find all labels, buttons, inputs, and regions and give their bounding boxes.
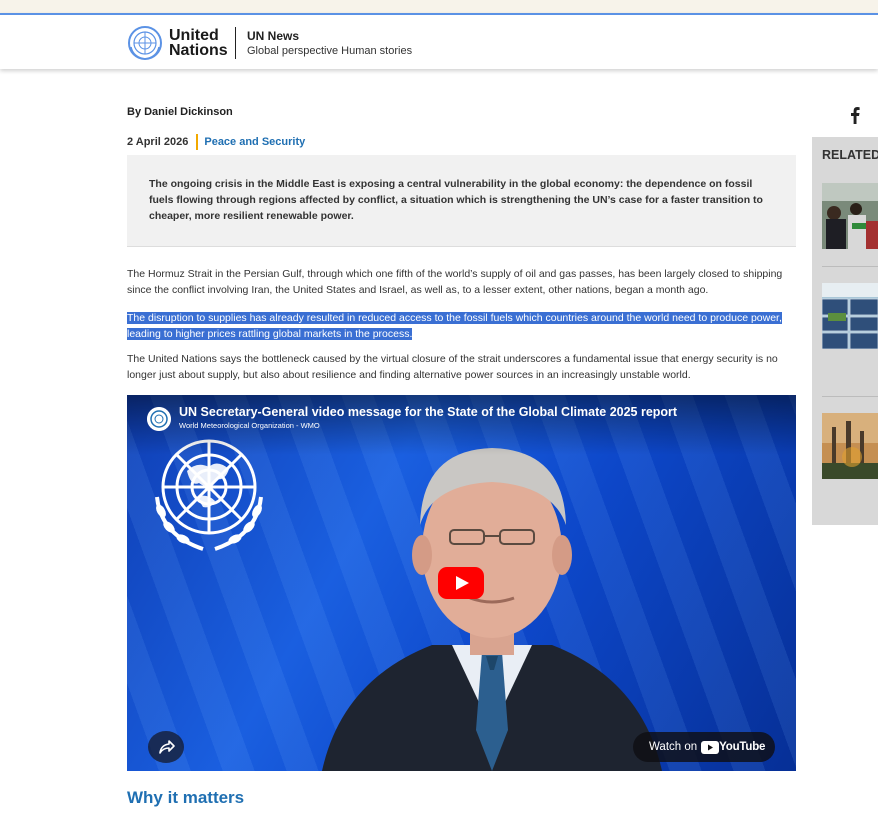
video-player[interactable]: UN Secretary-General video message for t… — [127, 395, 796, 771]
article-paragraph: The United Nations says the bottleneck c… — [127, 353, 778, 381]
selected-text: The disruption to supplies has already r… — [127, 312, 782, 340]
related-sidebar: RELATED — [812, 137, 878, 525]
channel-avatar-icon[interactable] — [147, 407, 171, 431]
top-banner-strip — [0, 0, 878, 13]
article-paragraph: The Hormuz Strait in the Persian Gulf, t… — [127, 268, 783, 296]
un-emblem-icon — [128, 26, 162, 60]
article-lead: The ongoing crisis in the Middle East is… — [149, 178, 763, 222]
play-icon[interactable] — [438, 567, 484, 599]
speaker-figure — [322, 448, 662, 771]
youtube-logo-icon — [701, 740, 720, 754]
watch-on-youtube-button[interactable]: Watch on YouTube — [633, 732, 775, 762]
youtube-wordmark: YouTube — [719, 741, 766, 753]
un-news-brand-link[interactable]: UN News Global perspective Human stories — [247, 29, 412, 57]
section-heading: Why it matters — [127, 788, 245, 807]
logo-line-2: Nations — [169, 42, 228, 59]
facebook-icon[interactable] — [849, 106, 861, 124]
share-icon — [159, 740, 175, 754]
site-header: United Nations UN News Global perspectiv… — [0, 13, 878, 69]
related-thumbnail-solar[interactable] — [822, 283, 878, 349]
video-channel[interactable]: World Meteorological Organization - WMO — [179, 421, 320, 430]
un-logo-link[interactable]: United Nations — [127, 25, 228, 61]
related-thumbnail-crowd[interactable] — [822, 183, 878, 249]
article-date: 2 April 2026 — [127, 136, 189, 148]
related-heading: RELATED — [822, 148, 878, 162]
article-paragraph-selected: The disruption to supplies has already r… — [127, 310, 797, 342]
site-tagline: Global perspective Human stories — [247, 45, 413, 57]
watch-on-label: Watch on — [649, 741, 698, 753]
share-button[interactable] — [148, 731, 184, 763]
logo-line-1: United — [169, 27, 219, 44]
meta-separator — [196, 134, 199, 150]
article-byline: By Daniel Dickinson — [127, 106, 233, 118]
article-meta: 2 April 2026 Peace and Security — [127, 134, 305, 150]
un-wordmark: United Nations — [169, 27, 228, 59]
youtube-logo: YouTube — [701, 740, 766, 754]
related-thumbnail-industry[interactable] — [822, 413, 878, 479]
related-divider — [822, 266, 878, 267]
video-title[interactable]: UN Secretary-General video message for t… — [179, 405, 677, 419]
category-link[interactable]: Peace and Security — [204, 136, 305, 148]
article-lead-box: The ongoing crisis in the Middle East is… — [127, 155, 796, 247]
site-name: UN News — [247, 29, 300, 43]
header-divider — [235, 27, 236, 59]
related-divider — [822, 396, 878, 397]
